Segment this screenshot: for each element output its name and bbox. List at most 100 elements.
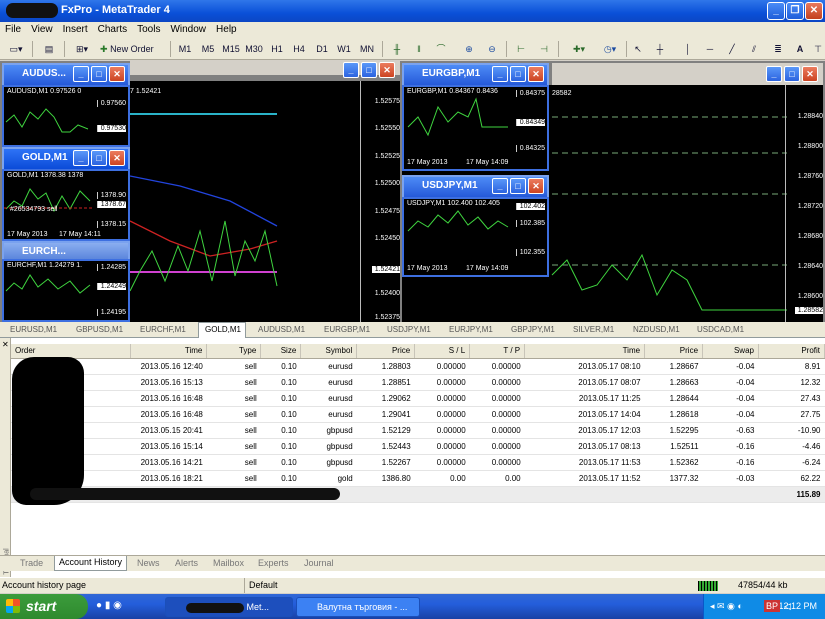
chart-gold-mini[interactable]: GOLD,M1 1378.38 1378 #26534793 sell 1378… xyxy=(2,169,130,241)
tab-account-history[interactable]: Account History xyxy=(54,556,128,571)
periods-icon[interactable]: ◷▾ xyxy=(596,41,624,57)
tf-m15[interactable]: M15 xyxy=(221,41,241,57)
close-icon[interactable]: ✕ xyxy=(109,66,125,82)
menu-insert[interactable]: Insert xyxy=(58,22,93,38)
menu-view[interactable]: View xyxy=(26,22,58,38)
column-sl[interactable]: S / L xyxy=(414,344,471,359)
tray-icons[interactable]: ◂ ✉ ◉ ◐ xyxy=(710,594,743,619)
close-icon[interactable]: ✕ xyxy=(802,66,818,82)
autoscroll-icon[interactable]: ⊣ xyxy=(535,41,553,57)
maximize-icon[interactable]: □ xyxy=(510,178,526,194)
close-icon[interactable]: ✕ xyxy=(2,340,9,349)
minimize-button[interactable]: _ xyxy=(767,2,785,20)
tab-usdjpy[interactable]: USDJPY,M1 xyxy=(387,323,431,337)
column-close-price[interactable]: Price xyxy=(644,344,704,359)
zoom-in-icon[interactable]: ⊕ xyxy=(460,41,478,57)
tab-eurgbp[interactable]: EURGBP,M1 xyxy=(324,323,370,337)
tf-m30[interactable]: M30 xyxy=(244,41,264,57)
language-indicator[interactable]: BP xyxy=(764,600,781,612)
volume-icon[interactable]: ◁ xyxy=(784,594,791,619)
minimize-icon[interactable]: _ xyxy=(492,66,508,82)
close-icon[interactable]: ✕ xyxy=(109,150,125,166)
label-icon[interactable]: ⊤ xyxy=(812,41,824,57)
tab-gold[interactable]: GOLD,M1 xyxy=(198,322,246,338)
quicklaunch-icons[interactable]: ● ▮ ◉ xyxy=(96,600,122,611)
close-button[interactable]: ✕ xyxy=(805,2,823,20)
tf-m5[interactable]: M5 xyxy=(199,41,217,57)
tab-eurjpy[interactable]: EURJPY,M1 xyxy=(449,323,493,337)
table-row[interactable]: 2013.05.16 15:14 sell 0.10 gbpusd 1.52443 0.0… xyxy=(11,438,825,455)
close-icon[interactable]: ✕ xyxy=(528,66,544,82)
table-row[interactable]: 2013.05.16 14:21 sell 0.10 gbpusd 1.52267 0.0… xyxy=(11,454,825,471)
tf-mn[interactable]: MN xyxy=(357,41,377,57)
tab-eurchf[interactable]: EURCHF,M1 xyxy=(140,323,186,337)
new-order-button[interactable]: ✚ New Order xyxy=(100,41,164,57)
table-row[interactable]: 2013.05.15 20:41 sell 0.10 gbpusd 1.52129 0.0… xyxy=(11,422,825,439)
chart-usdjpy[interactable]: USDJPY,M1 102.400 102.405 102.402 102.38… xyxy=(402,197,549,277)
minimize-icon[interactable]: _ xyxy=(73,150,89,166)
table-row[interactable]: 2013.05.16 16:48 sell 0.10 eurusd 1.29062 0.0… xyxy=(11,390,825,407)
column-time[interactable]: Time xyxy=(130,344,208,359)
minimize-icon[interactable]: _ xyxy=(73,66,89,82)
candlestick-icon[interactable]: ‖ xyxy=(410,41,428,57)
start-button[interactable]: start xyxy=(0,594,88,619)
profiles-icon[interactable]: ▤ xyxy=(38,41,60,57)
menu-file[interactable]: File xyxy=(0,22,26,38)
restore-button[interactable]: ❐ xyxy=(786,2,804,20)
add-icon[interactable]: ⊞▾ xyxy=(68,41,96,57)
channel-icon[interactable]: ⫽ xyxy=(746,41,762,57)
tab-experts[interactable]: Experts xyxy=(258,558,289,568)
tab-usdcad[interactable]: USDCAD,M1 xyxy=(697,323,744,337)
window-gold[interactable]: GOLD,M1 _ □ ✕ xyxy=(2,147,130,169)
tab-eurusd[interactable]: EURUSD,M1 xyxy=(10,323,57,337)
tf-d1[interactable]: D1 xyxy=(313,41,331,57)
table-row[interactable]: 2013.05.16 18:21 sell 0.10 gold 1386.80 0.00 0… xyxy=(11,470,825,487)
window-eurchf[interactable]: EURCH... xyxy=(2,241,130,259)
zoom-out-icon[interactable]: ⊖ xyxy=(483,41,501,57)
minimize-icon[interactable]: _ xyxy=(492,178,508,194)
maximize-icon[interactable]: □ xyxy=(510,66,526,82)
tab-gbpusd[interactable]: GBPUSD,M1 xyxy=(76,323,123,337)
tab-alerts[interactable]: Alerts xyxy=(175,558,198,568)
tab-news[interactable]: News xyxy=(137,558,160,568)
column-type[interactable]: Type xyxy=(206,344,262,359)
menu-help[interactable]: Help xyxy=(211,22,242,38)
tab-mailbox[interactable]: Mailbox xyxy=(213,558,244,568)
column-profit[interactable]: Profit xyxy=(758,344,825,359)
column-swap[interactable]: Swap xyxy=(702,344,759,359)
minimize-icon[interactable]: _ xyxy=(766,66,782,82)
cursor-icon[interactable]: ↖ xyxy=(630,41,646,57)
maximize-icon[interactable]: □ xyxy=(361,62,377,78)
tab-audusd[interactable]: AUDUSD,M1 xyxy=(258,323,305,337)
fibonacci-icon[interactable]: ≣ xyxy=(770,41,786,57)
chart-eurchf-mini[interactable]: EURCHF,M1 1.24279 1. 1.24285 1.24249 1.2… xyxy=(2,259,130,322)
column-order[interactable]: Order xyxy=(11,344,132,359)
column-symbol[interactable]: Symbol xyxy=(300,344,358,359)
window-usdjpy[interactable]: USDJPY,M1 _ □ ✕ xyxy=(402,175,549,197)
minimize-icon[interactable]: _ xyxy=(343,62,359,78)
menu-tools[interactable]: Tools xyxy=(132,22,165,38)
chart-shift-icon[interactable]: ⊢ xyxy=(512,41,530,57)
column-price[interactable]: Price xyxy=(356,344,416,359)
tab-trade[interactable]: Trade xyxy=(20,558,43,568)
chart-audusd-mini[interactable]: AUDUSD,M1 0.97526 0 0.97560 0.97530 xyxy=(2,85,130,147)
line-chart-icon[interactable]: ⌒ xyxy=(432,41,450,57)
close-icon[interactable]: ✕ xyxy=(379,62,395,78)
maximize-icon[interactable]: □ xyxy=(784,66,800,82)
tf-w1[interactable]: W1 xyxy=(335,41,353,57)
indicators-icon[interactable]: ✚▾ xyxy=(565,41,593,57)
new-chart-icon[interactable]: ▭▾ xyxy=(4,41,28,57)
tf-m1[interactable]: M1 xyxy=(176,41,194,57)
text-icon[interactable]: A xyxy=(792,41,808,57)
chart-audusd[interactable]: 7 1.52421 1.52575 1.52550 1.52525 1.5250… xyxy=(130,81,400,322)
vertical-line-icon[interactable]: │ xyxy=(680,41,696,57)
crosshair-icon[interactable]: ┼ xyxy=(652,41,668,57)
column-size[interactable]: Size xyxy=(260,344,302,359)
task-browser[interactable]: Валутна търговия - ... xyxy=(296,597,420,617)
maximize-icon[interactable]: □ xyxy=(91,150,107,166)
chart-eurgbp[interactable]: EURGBP,M1 0.84367 0.8436 0.84375 0.84349… xyxy=(402,85,549,171)
tab-journal[interactable]: Journal xyxy=(304,558,334,568)
window-eurgbp[interactable]: EURGBP,M1 _ □ ✕ xyxy=(402,63,549,85)
tab-silver[interactable]: SILVER,M1 xyxy=(573,323,614,337)
maximize-icon[interactable]: □ xyxy=(91,66,107,82)
